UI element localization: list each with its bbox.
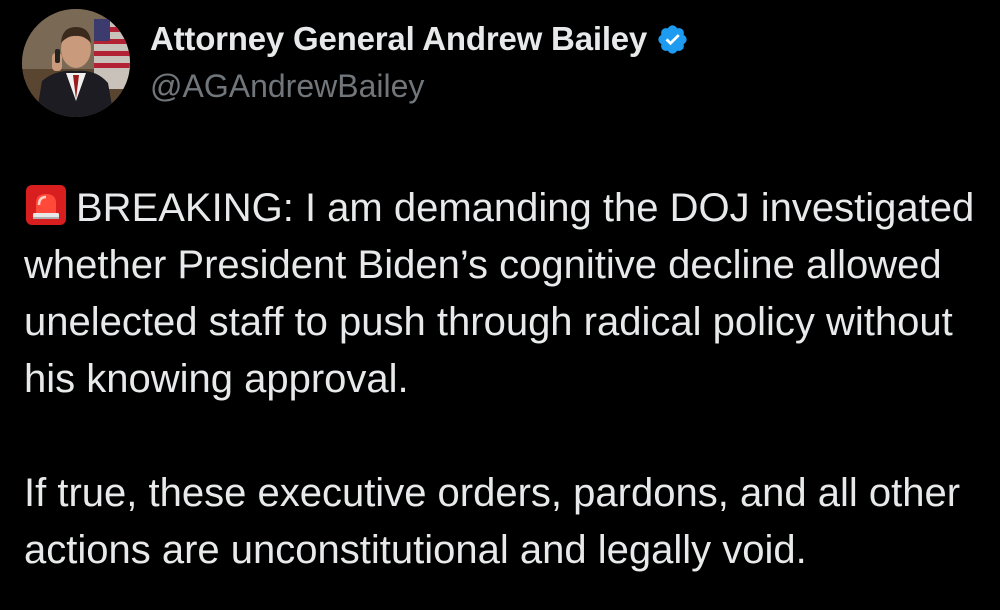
author-handle[interactable]: @AGAndrewBailey — [150, 68, 424, 105]
author-name-row: Attorney General Andrew Bailey — [150, 19, 689, 59]
avatar-photo — [22, 9, 130, 117]
author-display-name[interactable]: Attorney General Andrew Bailey — [150, 20, 647, 58]
tweet-paragraph-1-text: BREAKING: I am demanding the DOJ investi… — [24, 186, 975, 401]
rotating-light-siren-icon — [24, 183, 68, 227]
verified-badge-icon[interactable] — [656, 23, 689, 56]
tweet-text: BREAKING: I am demanding the DOJ investi… — [24, 180, 984, 579]
author-avatar[interactable] — [22, 9, 130, 117]
tweet-card: Attorney General Andrew Bailey @AGAndrew… — [0, 0, 1000, 610]
tweet-paragraph-1: BREAKING: I am demanding the DOJ investi… — [24, 180, 984, 408]
tweet-paragraph-2: If true, these executive orders, pardons… — [24, 471, 961, 572]
